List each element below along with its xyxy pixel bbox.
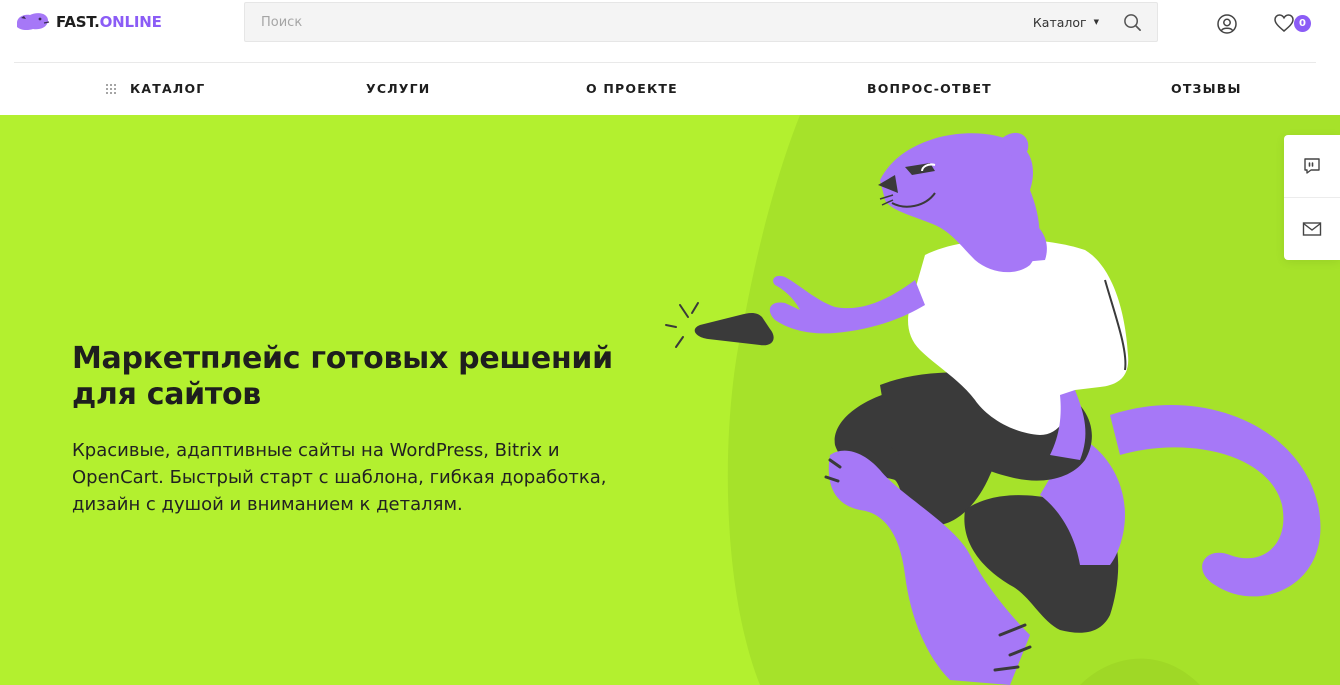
logo-text: FAST.ONLINE <box>56 13 162 31</box>
search-category-label: Каталог <box>1032 14 1087 30</box>
hero-description: Красивые, адаптивные сайты на WordPress,… <box>72 440 607 515</box>
nav-item-label: О проекте <box>586 81 678 96</box>
chat-quote-icon <box>1304 158 1320 174</box>
main-nav: Каталог Услуги О проекте Вопрос-ответ От… <box>0 63 1340 115</box>
favorites-button[interactable]: 0 <box>1273 12 1311 34</box>
grid-dots-icon <box>106 84 116 94</box>
search-bar: Каталог ▼ <box>244 2 1158 42</box>
nav-item-label: Услуги <box>366 81 431 96</box>
search-icon <box>1123 13 1141 31</box>
side-chat-button[interactable] <box>1284 135 1340 197</box>
search-input[interactable] <box>245 3 1033 41</box>
nav-item-label: Отзывы <box>1171 81 1242 96</box>
hero-title: Маркетплейс готовых решений для сайтов <box>72 341 613 412</box>
nav-item-faq[interactable]: Вопрос-ответ <box>867 81 992 96</box>
search-button[interactable] <box>1121 11 1143 33</box>
logo[interactable]: FAST.ONLINE <box>14 9 162 35</box>
side-mail-button[interactable] <box>1284 198 1340 260</box>
panther-logo-icon <box>17 13 50 31</box>
mail-icon <box>1302 222 1322 236</box>
nav-item-label: Каталог <box>130 81 206 96</box>
nav-item-services[interactable]: Услуги <box>366 81 430 96</box>
hero-banner: Маркетплейс готовых решений для сайтов К… <box>0 115 1340 685</box>
account-button[interactable] <box>1216 13 1238 35</box>
user-icon <box>1217 14 1237 34</box>
nav-item-label: Вопрос-ответ <box>867 81 992 96</box>
nav-item-about[interactable]: О проекте <box>586 81 678 96</box>
search-category-select[interactable]: Каталог ▼ <box>1033 15 1099 30</box>
nav-item-reviews[interactable]: Отзывы <box>1171 81 1242 96</box>
side-contact-widget <box>1284 135 1340 260</box>
heart-icon <box>1274 14 1294 32</box>
nav-item-catalog[interactable]: Каталог <box>106 81 205 96</box>
header: FAST.ONLINE Каталог ▼ 0 <box>0 0 1340 63</box>
favorites-count-badge: 0 <box>1294 14 1311 32</box>
caret-down-icon: ▼ <box>1093 18 1099 26</box>
